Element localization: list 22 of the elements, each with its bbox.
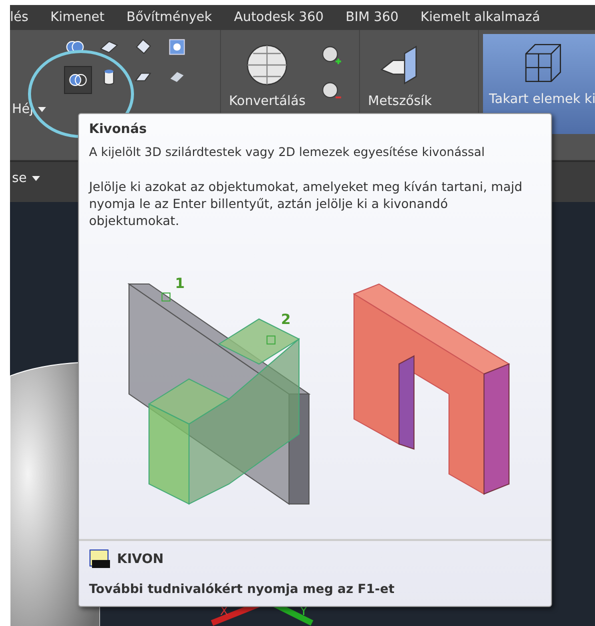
ribbon-tab[interactable]: Kiemelt alkalmazá <box>420 10 540 25</box>
box-icon[interactable] <box>166 36 188 58</box>
command-icon <box>89 549 111 569</box>
tooltip-instructions: Jelölje ki azokat az objektumokat, amelyeket meg kíván tartani, majd nyomja le az Enter billentyűt, aztán jelölje ki a kivonandó objektumokat. <box>89 179 524 230</box>
sphere-add-icon[interactable] <box>320 44 342 66</box>
caret-icon[interactable] <box>38 106 46 112</box>
ribbon-tab[interactable]: lés <box>10 10 28 25</box>
ribbon-button[interactable]: Metszősík <box>364 36 436 115</box>
subtract-button[interactable] <box>64 66 92 94</box>
callout-number: 2 <box>281 312 291 328</box>
ribbon-tab[interactable]: Autodesk 360 <box>234 10 324 25</box>
ribbon-tab[interactable]: Bővítmények <box>126 10 212 25</box>
caret-icon[interactable] <box>32 176 40 181</box>
ribbon-tab[interactable]: Kimenet <box>50 10 105 25</box>
callout-number: 1 <box>175 276 185 292</box>
help-hint: További tudnivalókért nyomja meg az F1-et <box>89 581 396 596</box>
ribbon-tab[interactable]: BIM 360 <box>346 10 399 25</box>
ribbon-button[interactable]: Konvertálás <box>225 36 310 115</box>
panel-label[interactable]: se <box>12 171 40 186</box>
tooltip-title: Kivonás <box>89 122 148 137</box>
tooltip-description: A kijelölt 3D szilárdtestek vagy 2D lemezek egyesítése kivonással <box>89 145 486 159</box>
command-name: KIVON <box>117 552 164 566</box>
